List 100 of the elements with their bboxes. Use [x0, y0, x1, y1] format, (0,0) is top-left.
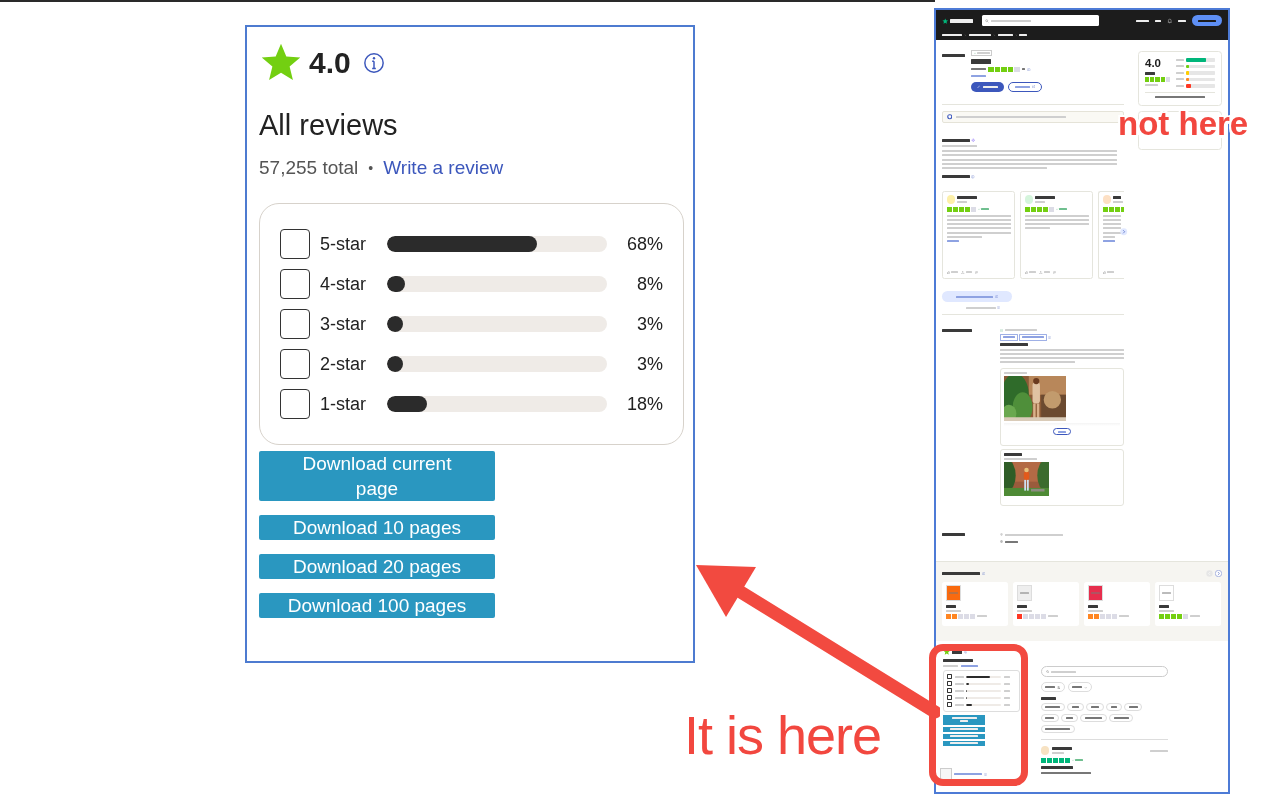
star-label: 4-star	[320, 273, 367, 295]
checkbox[interactable]	[947, 688, 952, 694]
text-line	[1014, 85, 1030, 88]
text-line	[1003, 703, 1010, 706]
text-line	[1154, 19, 1161, 22]
text-line	[1002, 336, 1015, 339]
text-line	[950, 19, 973, 23]
checkbox[interactable]	[947, 674, 952, 680]
text-line	[1043, 271, 1050, 274]
download-button[interactable]	[943, 740, 985, 746]
text-line	[952, 649, 962, 655]
mention-chip[interactable]	[1124, 702, 1142, 712]
text-line	[981, 208, 989, 210]
mention-chip[interactable]	[1080, 713, 1107, 723]
text-line	[954, 773, 982, 776]
text-line	[960, 664, 978, 667]
text-line	[954, 682, 964, 685]
filter-button[interactable]	[1040, 682, 1065, 693]
visit-website-button[interactable]	[1007, 81, 1042, 92]
checkbox[interactable]	[280, 229, 310, 259]
download-button[interactable]: Download 10 pages	[259, 515, 495, 540]
text-line	[971, 59, 991, 64]
text-line	[1003, 689, 1010, 692]
download-button[interactable]: Download current page	[259, 451, 495, 501]
text-line	[1051, 670, 1076, 673]
text-line	[991, 19, 1031, 22]
see-all-reviews-button[interactable]	[942, 291, 1012, 302]
star-label: 3-star	[320, 313, 367, 335]
text-line	[1003, 675, 1010, 678]
next-button[interactable]	[1120, 228, 1128, 236]
mention-chip[interactable]	[1109, 713, 1133, 723]
checkbox[interactable]	[280, 269, 310, 299]
text-line	[1003, 682, 1010, 685]
text-line	[1198, 19, 1216, 22]
checkbox[interactable]	[947, 702, 952, 708]
company-card[interactable]	[1084, 581, 1150, 626]
text-line	[942, 53, 965, 57]
text-line	[1176, 58, 1184, 61]
text-line	[1176, 78, 1184, 81]
text-line	[1058, 430, 1066, 433]
text-line	[997, 34, 1013, 37]
text-line	[1155, 96, 1205, 98]
business-button[interactable]	[1191, 15, 1222, 27]
checkbox[interactable]	[947, 681, 952, 687]
download-button[interactable]	[943, 726, 985, 732]
text-line	[965, 271, 972, 274]
text-line	[950, 742, 978, 745]
text-line	[1075, 759, 1083, 762]
text-line	[1176, 65, 1184, 68]
mention-chip[interactable]	[1040, 724, 1075, 734]
checkbox[interactable]	[947, 695, 952, 701]
text-line	[1145, 83, 1158, 86]
text-line	[1029, 271, 1036, 274]
text-line	[971, 75, 986, 77]
percentage: 18%	[625, 393, 663, 415]
text-line	[1024, 223, 1089, 225]
star-label: 5-star	[320, 233, 367, 255]
text-line	[954, 689, 964, 692]
text-line	[1072, 686, 1082, 689]
text-line	[1176, 84, 1184, 87]
percentage: 68%	[625, 233, 663, 255]
text-line	[1040, 696, 1056, 700]
write-review-button[interactable]	[971, 81, 1004, 92]
checkbox[interactable]	[280, 349, 310, 379]
search-field[interactable]	[981, 15, 1099, 27]
star-label: 1-star	[320, 393, 367, 415]
trustscore-value: 4.0	[1145, 57, 1162, 70]
star-icon	[942, 17, 949, 24]
text-line	[946, 240, 959, 242]
text-line	[1000, 343, 1028, 346]
text-line	[1004, 371, 1027, 374]
checkbox[interactable]	[280, 389, 310, 419]
text-line	[1047, 615, 1058, 618]
download-button[interactable]: Download 20 pages	[259, 554, 495, 579]
text-line	[971, 68, 986, 71]
text-line	[950, 735, 978, 738]
section-title: All reviews	[259, 108, 399, 143]
text-line	[954, 703, 964, 706]
text-line	[1145, 71, 1155, 75]
text-line	[1019, 34, 1027, 37]
see-more-button[interactable]	[1053, 428, 1071, 435]
separator-dot: •	[368, 159, 374, 178]
text-line	[943, 658, 973, 662]
download-button[interactable]	[943, 714, 985, 725]
mention-chip[interactable]	[1040, 702, 1065, 712]
text-line	[1005, 533, 1063, 536]
text-line	[942, 34, 962, 37]
text-line	[946, 223, 1011, 225]
shield-icon	[946, 114, 952, 120]
download-button[interactable]: Download 100 pages	[259, 593, 495, 618]
text-line	[954, 696, 964, 699]
text-line	[1024, 227, 1050, 230]
text-line	[942, 138, 970, 142]
sort-dropdown[interactable]	[1067, 682, 1092, 693]
write-review-link[interactable]: Write a review	[383, 153, 504, 183]
text-line	[951, 271, 958, 274]
checkbox[interactable]	[280, 309, 310, 339]
company-card[interactable]	[942, 581, 1008, 626]
text-line	[1021, 68, 1025, 71]
download-button[interactable]	[943, 733, 985, 739]
